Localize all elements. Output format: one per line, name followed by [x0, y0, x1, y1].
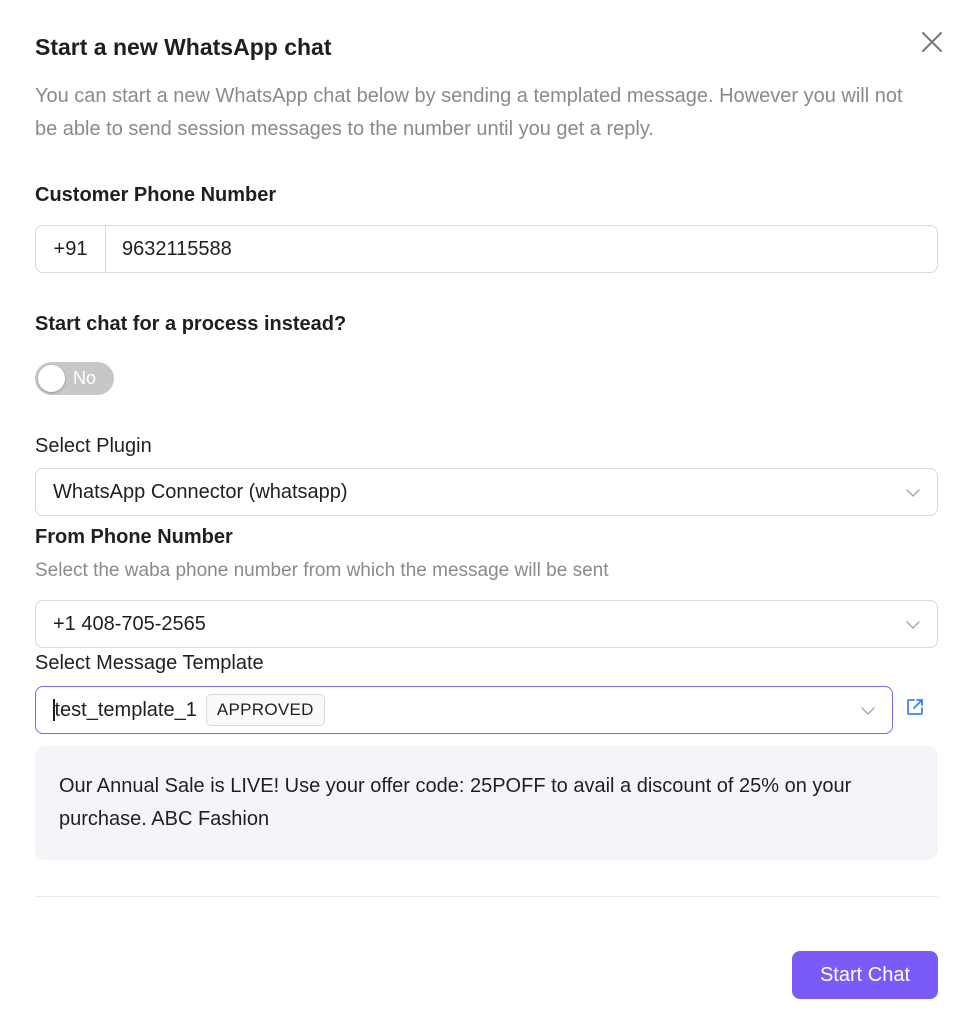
chevron-down-icon [905, 485, 921, 501]
template-status-badge: APPROVED [205, 694, 325, 726]
close-icon[interactable] [918, 28, 946, 56]
start-chat-dialog: Start a new WhatsApp chat You can start … [0, 0, 974, 1028]
chevron-down-icon [905, 617, 921, 633]
customer-phone-label: Customer Phone Number [35, 184, 277, 206]
dialog-title: Start a new WhatsApp chat [35, 34, 332, 60]
from-phone-select-value: +1 408-705-2565 [53, 612, 206, 635]
template-select[interactable]: test_template_1 APPROVED [35, 686, 893, 734]
from-phone-select[interactable]: +1 408-705-2565 [35, 600, 938, 648]
external-link-icon[interactable] [905, 697, 925, 717]
from-phone-label: From Phone Number [35, 526, 233, 548]
phone-number-input[interactable]: 9632115588 [106, 226, 937, 272]
start-chat-button[interactable]: Start Chat [792, 951, 938, 999]
toggle-state-label: No [73, 368, 97, 388]
plugin-label: Select Plugin [35, 435, 152, 457]
template-preview: Our Annual Sale is LIVE! Use your offer … [35, 746, 938, 860]
dialog-description: You can start a new WhatsApp chat below … [35, 85, 903, 140]
template-select-value: test_template_1 [54, 698, 197, 721]
process-toggle-label: Start chat for a process instead? [35, 313, 347, 335]
process-toggle-switch[interactable]: No [35, 362, 114, 395]
footer-divider [35, 896, 938, 897]
plugin-select-value: WhatsApp Connector (whatsapp) [53, 480, 348, 503]
from-phone-hint: Select the waba phone number from which … [35, 560, 609, 581]
plugin-select[interactable]: WhatsApp Connector (whatsapp) [35, 468, 938, 516]
customer-phone-field[interactable]: +91 9632115588 [35, 225, 938, 273]
country-code-addon: +91 [36, 226, 106, 272]
template-label: Select Message Template [35, 652, 264, 674]
chevron-down-icon [860, 703, 876, 719]
toggle-knob [38, 365, 65, 392]
